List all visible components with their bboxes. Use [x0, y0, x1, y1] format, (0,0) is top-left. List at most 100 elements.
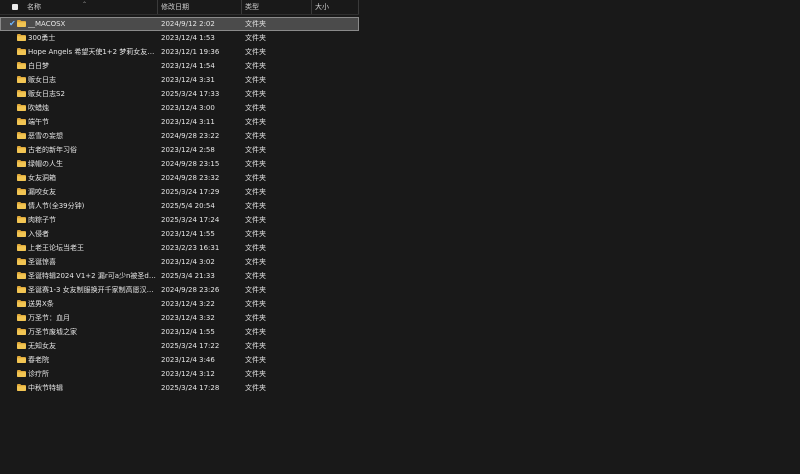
column-divider[interactable]: [358, 0, 359, 14]
file-name: 诊疗所: [28, 370, 49, 378]
folder-icon: [17, 174, 26, 181]
file-modified-date: 2023/12/4 3:22: [161, 300, 215, 308]
folder-icon: [17, 76, 26, 83]
file-row[interactable]: 吹蜡烛 2023/12/4 3:00 文件夹: [0, 101, 359, 115]
file-row[interactable]: Hope Angels 希望天使1+2 梦莉女友哈街头... 2023/12/1 …: [0, 45, 359, 59]
file-row[interactable]: 无知女友 2025/3/24 17:22 文件夹: [0, 339, 359, 353]
file-type: 文件夹: [245, 48, 266, 56]
file-row[interactable]: 白日梦 2023/12/4 1:54 文件夹: [0, 59, 359, 73]
file-modified-date: 2023/12/4 2:58: [161, 146, 215, 154]
folder-icon: [17, 244, 26, 251]
column-header-type[interactable]: 类型: [245, 0, 259, 14]
file-row[interactable]: 肉粽子节 2025/3/24 17:24 文件夹: [0, 213, 359, 227]
folder-icon: [17, 34, 26, 41]
file-modified-date: 2023/12/4 1:55: [161, 328, 215, 336]
file-modified-date: 2024/9/28 23:15: [161, 160, 220, 168]
file-name: 漏咬女友: [28, 188, 56, 196]
file-type: 文件夹: [245, 62, 266, 70]
file-row[interactable]: 入侵者 2023/12/4 1:55 文件夹: [0, 227, 359, 241]
column-header-modified[interactable]: 修改日期: [161, 0, 189, 14]
file-type: 文件夹: [245, 230, 266, 238]
file-row[interactable]: 中秋节特辑 2025/3/24 17:28 文件夹: [0, 381, 359, 395]
file-type: 文件夹: [245, 356, 266, 364]
file-type: 文件夹: [245, 272, 266, 280]
file-row[interactable]: 送男X条 2023/12/4 3:22 文件夹: [0, 297, 359, 311]
file-modified-date: 2025/3/24 17:22: [161, 342, 220, 350]
file-row[interactable]: 万圣节废墟之家 2023/12/4 1:55 文件夹: [0, 325, 359, 339]
file-row[interactable]: 漏咬女友 2025/3/24 17:29 文件夹: [0, 185, 359, 199]
file-modified-date: 2023/12/1 19:36: [161, 48, 220, 56]
folder-icon: [17, 370, 26, 377]
file-type: 文件夹: [245, 314, 266, 322]
file-modified-date: 2023/12/4 3:31: [161, 76, 215, 84]
file-modified-date: 2025/5/4 20:54: [161, 202, 215, 210]
column-divider[interactable]: [241, 0, 242, 14]
file-row[interactable]: 贩女日志 2023/12/4 3:31 文件夹: [0, 73, 359, 87]
file-row[interactable]: 上老王论坛当老王 2023/2/23 16:31 文件夹: [0, 241, 359, 255]
file-row[interactable]: 诊疗所 2023/12/4 3:12 文件夹: [0, 367, 359, 381]
row-checkbox-checked-icon[interactable]: ✔: [9, 20, 16, 28]
folder-icon: [17, 230, 26, 237]
folder-icon: [17, 48, 26, 55]
file-name: 圣诞赛1-3 女友制服换开千家制高愿汉大满...: [28, 286, 156, 294]
file-row[interactable]: 春老院 2023/12/4 3:46 文件夹: [0, 353, 359, 367]
file-modified-date: 2025/3/24 17:24: [161, 216, 220, 224]
file-type: 文件夹: [245, 160, 266, 168]
folder-icon: [17, 342, 26, 349]
sort-up-icon: ⌃: [82, 1, 88, 8]
file-modified-date: 2024/9/28 23:26: [161, 286, 220, 294]
file-modified-date: 2023/12/4 3:00: [161, 104, 215, 112]
file-row[interactable]: 300勇士 2023/12/4 1:53 文件夹: [0, 31, 359, 45]
file-type: 文件夹: [245, 342, 266, 350]
folder-icon: [17, 216, 26, 223]
file-row[interactable]: 古老的新年习俗 2023/12/4 2:58 文件夹: [0, 143, 359, 157]
folder-icon: [17, 272, 26, 279]
file-type: 文件夹: [245, 188, 266, 196]
file-modified-date: 2023/12/4 3:11: [161, 118, 215, 126]
file-type: 文件夹: [245, 328, 266, 336]
file-row[interactable]: 端午节 2023/12/4 3:11 文件夹: [0, 115, 359, 129]
file-row[interactable]: 圣诞赛1-3 女友制服换开千家制高愿汉大满... 2024/9/28 23:26 文…: [0, 283, 359, 297]
file-name: 上老王论坛当老王: [28, 244, 84, 252]
file-type: 文件夹: [245, 258, 266, 266]
file-name: 情人节(全39分钟): [28, 202, 85, 210]
file-modified-date: 2023/12/4 3:46: [161, 356, 215, 364]
file-name: 送男X条: [28, 300, 54, 308]
file-name: 圣诞特辑2024 V1+2 漏r可a少n被圣dr衣人: [28, 272, 156, 280]
file-name: 吹蜡烛: [28, 104, 49, 112]
file-modified-date: 2023/12/4 3:02: [161, 258, 215, 266]
column-header-size[interactable]: 大小: [315, 0, 329, 14]
file-name: 女友洞箱: [28, 174, 56, 182]
folder-icon: [17, 300, 26, 307]
file-row[interactable]: 圣诞惊喜 2023/12/4 3:02 文件夹: [0, 255, 359, 269]
file-list: ✔ __MACOSX 2024/9/12 2:02 文件夹 300勇士 2023/12/4…: [0, 17, 359, 395]
file-type: 文件夹: [245, 244, 266, 252]
file-row[interactable]: 女友洞箱 2024/9/28 23:32 文件夹: [0, 171, 359, 185]
select-all-checkbox[interactable]: [12, 4, 18, 10]
file-row[interactable]: 恶雪の妄想 2024/9/28 23:22 文件夹: [0, 129, 359, 143]
column-header-name[interactable]: 名称: [27, 0, 41, 14]
folder-icon: [17, 328, 26, 335]
file-name: 贩女日志S2: [28, 90, 65, 98]
file-type: 文件夹: [245, 146, 266, 154]
column-divider[interactable]: [157, 0, 158, 14]
file-row[interactable]: 绿帽の人生 2024/9/28 23:15 文件夹: [0, 157, 359, 171]
file-row[interactable]: 圣诞特辑2024 V1+2 漏r可a少n被圣dr衣人 2025/3/4 21:33…: [0, 269, 359, 283]
file-type: 文件夹: [245, 76, 266, 84]
file-row[interactable]: ✔ __MACOSX 2024/9/12 2:02 文件夹: [0, 17, 359, 31]
file-name: 肉粽子节: [28, 216, 56, 224]
folder-icon: [17, 90, 26, 97]
folder-icon: [17, 104, 26, 111]
folder-icon: [17, 286, 26, 293]
folder-icon: [17, 384, 26, 391]
file-name: 白日梦: [28, 62, 49, 70]
file-row[interactable]: 情人节(全39分钟) 2025/5/4 20:54 文件夹: [0, 199, 359, 213]
file-modified-date: 2025/3/24 17:29: [161, 188, 220, 196]
column-divider[interactable]: [311, 0, 312, 14]
file-row[interactable]: 贩女日志S2 2025/3/24 17:33 文件夹: [0, 87, 359, 101]
file-modified-date: 2023/12/4 3:32: [161, 314, 215, 322]
folder-icon: [17, 202, 26, 209]
file-type: 文件夹: [245, 174, 266, 182]
file-row[interactable]: 万圣节：血月 2023/12/4 3:32 文件夹: [0, 311, 359, 325]
folder-icon: [17, 188, 26, 195]
